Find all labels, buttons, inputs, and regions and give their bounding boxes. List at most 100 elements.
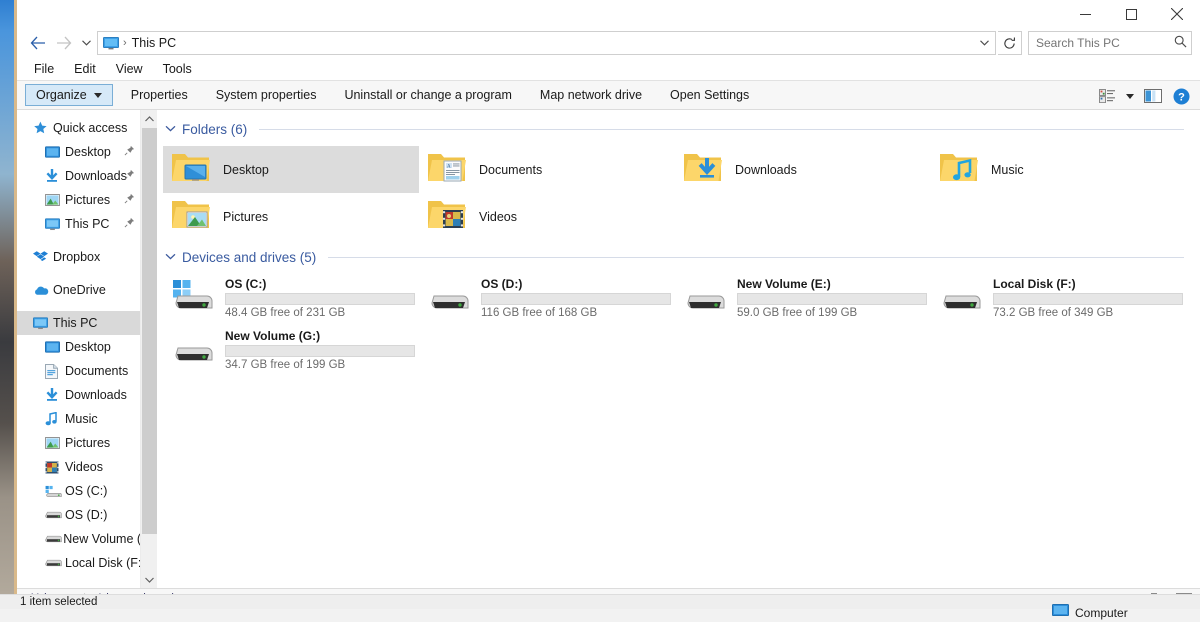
open-settings-button[interactable]: Open Settings: [660, 85, 759, 105]
drive-icon: [939, 278, 983, 319]
drive-info: New Volume (E:) 59.0 GB free of 199 GB: [737, 277, 927, 319]
folder-tile-downloads[interactable]: Downloads: [675, 146, 931, 193]
pin-icon[interactable]: [124, 169, 135, 183]
drive-tile-os-d[interactable]: OS (D:) 116 GB free of 168 GB: [419, 272, 675, 324]
drive-free-space: 116 GB free of 168 GB: [481, 307, 598, 319]
folder-tile-desktop[interactable]: Desktop: [163, 146, 419, 193]
navigation-pane-scrollbar[interactable]: [140, 110, 157, 588]
sidebar-item-documents[interactable]: Documents: [17, 359, 157, 383]
address-bar[interactable]: › This PC: [97, 31, 996, 55]
pin-icon[interactable]: [124, 145, 135, 159]
folder-tile-label: Downloads: [735, 162, 797, 177]
recent-locations-button[interactable]: [77, 30, 95, 56]
sidebar-item-os-c[interactable]: OS (C:): [17, 479, 157, 503]
folder-tile-label: Documents: [479, 162, 543, 177]
menu-edit[interactable]: Edit: [65, 60, 105, 78]
folder-tile-label: Music: [991, 162, 1024, 177]
address-dropdown-button[interactable]: [973, 38, 995, 49]
sidebar-item-dropbox[interactable]: Dropbox: [17, 245, 157, 269]
drive-tile-new-volume-g[interactable]: New Volume (G:) 34.7 GB free of 199 GB: [163, 324, 419, 376]
preview-pane-icon: [1144, 89, 1162, 103]
sidebar-item-os-d[interactable]: OS (D:): [17, 503, 157, 527]
sidebar-label: OS (D:): [65, 508, 108, 522]
help-button[interactable]: ?: [1168, 84, 1194, 108]
sidebar-item-pictures[interactable]: Pictures: [17, 431, 157, 455]
system-properties-button[interactable]: System properties: [206, 85, 327, 105]
sidebar-item-new-volume-e[interactable]: New Volume (E:): [17, 527, 157, 551]
view-dropdown-button[interactable]: [1122, 84, 1138, 108]
sidebar-item-quick-access[interactable]: Quick access: [17, 116, 157, 140]
close-icon: [1171, 8, 1183, 20]
properties-button[interactable]: Properties: [121, 85, 198, 105]
sidebar-item-desktop[interactable]: Desktop: [17, 335, 157, 359]
folder-tile-label: Videos: [479, 209, 517, 224]
downloads-icon: [45, 169, 65, 183]
drives-section-title: Devices and drives (5): [182, 249, 317, 265]
map-network-drive-button[interactable]: Map network drive: [530, 85, 652, 105]
organize-button[interactable]: Organize: [25, 84, 113, 106]
music-icon: [45, 412, 65, 426]
change-view-button[interactable]: [1094, 84, 1120, 108]
menu-bar: File Edit View Tools: [17, 58, 1200, 80]
preview-pane-button[interactable]: [1140, 84, 1166, 108]
desktop-icon: [45, 340, 65, 354]
chevron-down-icon[interactable]: [164, 251, 176, 263]
sidebar-label: Pictures: [65, 193, 111, 207]
pin-icon[interactable]: [124, 193, 135, 207]
sidebar-label: OneDrive: [53, 283, 106, 297]
close-button[interactable]: [1154, 0, 1200, 28]
folders-section-header[interactable]: Folders (6): [157, 118, 1200, 140]
scrollbar-thumb[interactable]: [142, 128, 157, 534]
back-button[interactable]: [25, 30, 51, 56]
uninstall-or-change-program-button[interactable]: Uninstall or change a program: [334, 85, 521, 105]
menu-tools[interactable]: Tools: [154, 60, 201, 78]
navigation-pane: Quick access Desktop Downloads Pictures …: [17, 110, 157, 588]
taskbar-item-label: Computer: [1075, 606, 1128, 620]
drive-label: New Volume (G:): [225, 329, 321, 343]
sidebar-item-this-pc[interactable]: This PC: [17, 311, 157, 335]
folder-tile-documents[interactable]: A Documents: [419, 146, 675, 193]
sidebar-label: Downloads: [65, 388, 127, 402]
chevron-down-icon: [979, 39, 989, 46]
folder-tile-music[interactable]: Music: [931, 146, 1187, 193]
drives-section-header[interactable]: Devices and drives (5): [157, 246, 1200, 268]
forward-button[interactable]: [51, 30, 77, 56]
drive-info: OS (D:) 116 GB free of 168 GB: [481, 277, 671, 319]
refresh-button[interactable]: [998, 31, 1022, 55]
drive-tile-os-c[interactable]: OS (C:) 48.4 GB free of 231 GB: [163, 272, 419, 324]
sidebar-item-pictures-quick[interactable]: Pictures: [17, 188, 157, 212]
drive-free-space: 34.7 GB free of 199 GB: [225, 359, 346, 371]
folder-tile-pictures[interactable]: Pictures: [163, 193, 419, 240]
taskbar-status-label: 1 item selected: [20, 596, 98, 608]
search-input[interactable]: [1036, 36, 1172, 50]
sidebar-item-videos[interactable]: Videos: [17, 455, 157, 479]
scroll-down-button[interactable]: [141, 571, 158, 588]
breadcrumb-separator: ›: [123, 37, 127, 49]
search-icon[interactable]: [1172, 35, 1187, 51]
minimize-button[interactable]: [1062, 0, 1108, 28]
scroll-up-button[interactable]: [141, 110, 157, 127]
chevron-down-icon[interactable]: [164, 123, 176, 135]
sidebar-item-downloads[interactable]: Downloads: [17, 383, 157, 407]
drive-tile-local-disk-f[interactable]: Local Disk (F:) 73.2 GB free of 349 GB: [931, 272, 1187, 324]
sidebar-item-this-pc-quick[interactable]: This PC: [17, 212, 157, 236]
sidebar-item-downloads-quick[interactable]: Downloads: [17, 164, 157, 188]
sidebar-item-onedrive[interactable]: OneDrive: [17, 278, 157, 302]
drive-tile-new-volume-e[interactable]: New Volume (E:) 59.0 GB free of 199 GB: [675, 272, 931, 324]
drive-usage-bar: [737, 293, 927, 305]
sidebar-item-desktop-quick[interactable]: Desktop: [17, 140, 157, 164]
videos-icon: [45, 461, 65, 474]
drive-free-space: 48.4 GB free of 231 GB: [225, 307, 346, 319]
sidebar-item-music[interactable]: Music: [17, 407, 157, 431]
maximize-button[interactable]: [1108, 0, 1154, 28]
menu-file[interactable]: File: [25, 60, 63, 78]
menu-view[interactable]: View: [107, 60, 152, 78]
pin-icon[interactable]: [124, 217, 135, 231]
taskbar-item-computer[interactable]: Computer: [1052, 604, 1128, 622]
folder-tile-videos[interactable]: Videos: [419, 193, 675, 240]
explorer-window-root: › This PC Search This PC File Edit View …: [0, 0, 1200, 622]
breadcrumb-current[interactable]: This PC: [132, 36, 176, 50]
search-box[interactable]: [1028, 31, 1192, 55]
sidebar-item-local-disk-f[interactable]: Local Disk (F:): [17, 551, 157, 575]
